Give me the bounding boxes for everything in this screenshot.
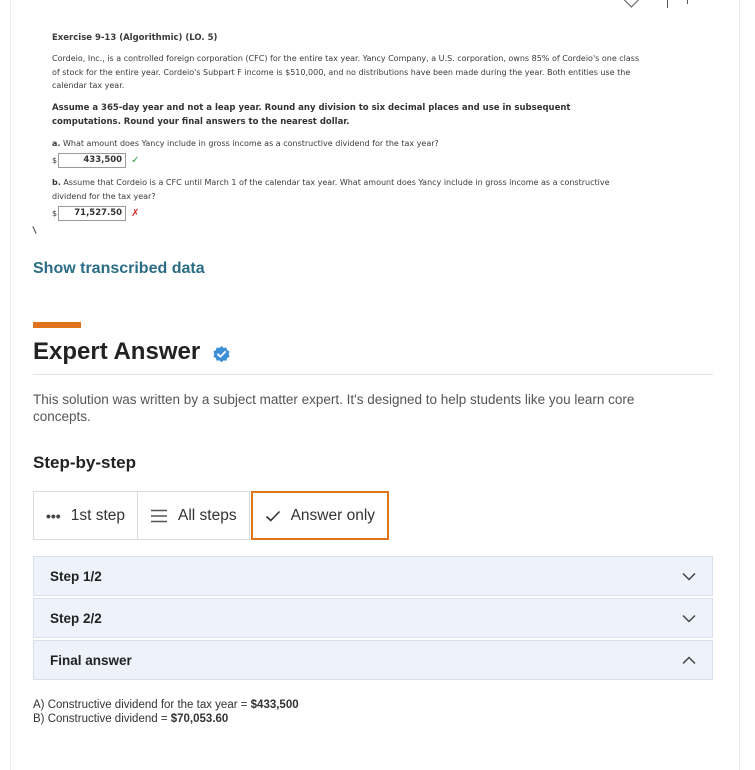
verified-badge-icon: [212, 343, 231, 362]
show-transcribed-link[interactable]: Show transcribed data: [33, 260, 205, 278]
divider-line: [667, 0, 668, 8]
first-step-label: 1st step: [70, 506, 125, 524]
correct-check-icon: ✓: [131, 154, 140, 166]
part-b-text: Assume that Cordeio is a CFC until March…: [52, 178, 610, 201]
question-instructions: Assume a 365-day year and not a leap yea…: [52, 102, 571, 127]
section-divider: [33, 374, 713, 375]
all-steps-label: All steps: [178, 506, 237, 524]
answer-only-label: Answer only: [290, 506, 376, 524]
part-b-currency: $: [52, 208, 58, 218]
chevron-down-icon: [682, 611, 696, 625]
question-part-b: b. Assume that Cordeio is a CFC until Ma…: [52, 176, 642, 203]
step-by-step-heading: Step-by-step: [33, 453, 136, 472]
steps-accordion: Step 1/2 Step 2/2 Final answer: [33, 556, 713, 682]
question-part-a: a. What amount does Yancy include in gro…: [52, 137, 642, 151]
expert-description: This solution was written by a subject m…: [33, 392, 635, 424]
question-title: Exercise 9-13 (Algorithmic) (LO. 5): [52, 33, 218, 43]
dots-icon: •••: [46, 507, 61, 524]
answer-only-button[interactable]: Answer only: [250, 491, 390, 540]
part-b-label: b.: [52, 178, 61, 187]
part-a-label: a.: [52, 138, 61, 148]
final-answer-content: A) Constructive dividend for the tax yea…: [33, 698, 299, 726]
part-b-answer-row: $ 71,527.50 ✗: [52, 205, 642, 221]
part-a-answer-field: 433,500: [58, 152, 127, 168]
divider-line: [687, 0, 688, 4]
part-a-answer-row: $ 433,500 ✓: [52, 152, 642, 168]
line-b-prefix: B) Constructive dividend =: [33, 713, 171, 725]
first-step-button[interactable]: ••• 1st step: [33, 491, 138, 540]
final-answer-line-a: A) Constructive dividend for the tax yea…: [33, 698, 299, 712]
step-1-row[interactable]: Step 1/2: [33, 556, 713, 596]
view-mode-toggle: ••• 1st step All steps Answer only: [33, 491, 390, 540]
step-2-row[interactable]: Step 2/2: [33, 598, 713, 638]
step-2-label: Step 2/2: [50, 610, 102, 626]
partial-icon: [622, 0, 640, 8]
final-answer-row[interactable]: Final answer: [33, 640, 713, 680]
top-edge-icons: [622, 0, 695, 8]
chevron-down-icon: [682, 569, 696, 583]
expert-answer-title: Expert Answer: [33, 338, 201, 365]
expert-answer-heading: Expert Answer: [33, 338, 231, 366]
question-image: Exercise 9-13 (Algorithmic) (LO. 5) Cord…: [52, 33, 642, 221]
line-a-prefix: A) Constructive dividend for the tax yea…: [33, 699, 251, 711]
part-a-text: What amount does Yancy include in gross …: [62, 138, 439, 148]
part-b-answer-field: 71,527.50: [58, 205, 127, 221]
part-a-currency: $: [52, 155, 58, 165]
step-1-label: Step 1/2: [50, 568, 102, 584]
check-icon: [265, 510, 281, 522]
line-b-value: $70,053.60: [170, 713, 229, 725]
incorrect-x-icon: ✗: [131, 207, 140, 219]
line-a-value: $433,500: [250, 699, 299, 711]
chevron-up-icon: [682, 653, 696, 667]
accent-bar: [33, 322, 81, 328]
question-body: Cordeio, Inc., is a controlled foreign c…: [52, 54, 640, 90]
final-answer-line-b: B) Constructive dividend = $70,053.60: [33, 712, 299, 726]
all-steps-button[interactable]: All steps: [138, 491, 250, 540]
list-icon: [150, 509, 168, 523]
final-answer-label: Final answer: [50, 652, 132, 668]
